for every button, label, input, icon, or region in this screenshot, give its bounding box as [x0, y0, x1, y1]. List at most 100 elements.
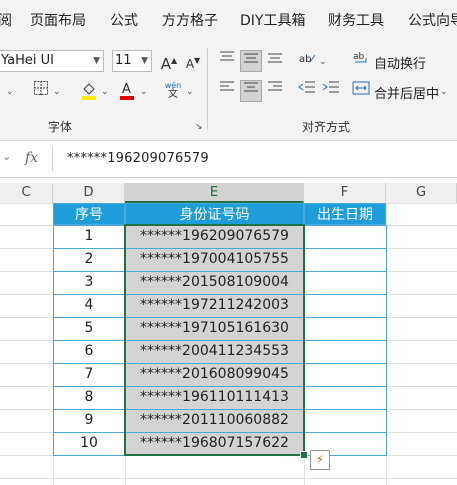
tab-formulas[interactable]: 公式	[110, 10, 138, 30]
orientation-button[interactable]: ab	[296, 50, 318, 72]
align-center-button[interactable]	[240, 80, 262, 102]
id-cell[interactable]: ******197211242003	[125, 294, 304, 317]
svg-text:ab: ab	[299, 54, 311, 65]
column-header-E[interactable]: E	[125, 183, 304, 203]
header-id-number[interactable]: 身份证号码	[125, 203, 304, 225]
chevron-down-icon[interactable]: ⌄	[53, 87, 61, 97]
birth-date-cell[interactable]	[304, 386, 386, 409]
column-header-G[interactable]: G	[386, 183, 457, 203]
shrink-font-button[interactable]: A▼	[182, 50, 204, 72]
header-seq[interactable]: 序号	[53, 203, 125, 225]
birth-date-cell[interactable]	[304, 225, 386, 248]
font-name-value: YaHei UI	[1, 53, 54, 68]
font-size-select[interactable]: 11 ▼	[112, 50, 152, 72]
font-color-button[interactable]: A	[116, 80, 138, 102]
function-icon[interactable]: fx	[25, 150, 38, 166]
id-cell[interactable]: ******201110060882	[125, 409, 304, 432]
seq-cell[interactable]: 2	[53, 248, 125, 271]
column-header-bar: C D E F G	[0, 183, 457, 204]
formula-bar: ⌄ fx ******196209076579	[0, 141, 457, 178]
id-cell[interactable]: ******197004105755	[125, 248, 304, 271]
column-header-F[interactable]: F	[304, 183, 386, 203]
chevron-down-icon[interactable]: ⌄	[101, 87, 109, 97]
tab-diy-toolbox[interactable]: DIY工具箱	[240, 10, 305, 30]
wrap-text-label[interactable]: 自动换行	[374, 53, 426, 72]
tab-fangfang[interactable]: 方方格子	[162, 10, 218, 30]
borders-button[interactable]	[30, 80, 52, 102]
dialog-launcher-icon[interactable]: ↘	[195, 122, 203, 132]
header-birth-date[interactable]: 出生日期	[304, 203, 386, 225]
decrease-indent-icon	[298, 81, 315, 93]
align-middle-icon	[244, 53, 258, 63]
formula-input[interactable]: ******196209076579	[67, 151, 209, 166]
id-cell[interactable]: ******196110111413	[125, 386, 304, 409]
increase-indent-button[interactable]	[320, 80, 342, 102]
align-middle-button[interactable]	[240, 50, 262, 72]
grid-hline	[0, 478, 457, 479]
column-header-C[interactable]: C	[0, 183, 53, 203]
id-cell[interactable]: ******196209076579	[125, 225, 304, 248]
wrap-text-icon-button[interactable]: ab	[350, 50, 372, 72]
seq-cell[interactable]: 6	[53, 340, 125, 363]
quick-analysis-icon[interactable]: ⚡	[310, 450, 330, 470]
birth-date-cell[interactable]	[304, 363, 386, 386]
chevron-down-icon[interactable]: ⌄	[140, 87, 148, 97]
wrap-text-icon: ab	[353, 52, 367, 63]
worksheet-grid[interactable]: 序号 身份证号码 出生日期 1 ******196209076579 2 ***…	[0, 203, 457, 485]
chevron-down-icon[interactable]: ⌄	[186, 87, 194, 97]
chevron-down-icon: ▼	[93, 56, 100, 66]
seq-cell[interactable]: 4	[53, 294, 125, 317]
chevron-down-icon[interactable]: ⌄	[6, 87, 14, 97]
seq-cell[interactable]: 1	[53, 225, 125, 248]
font-size-value: 11	[115, 53, 132, 68]
chevron-down-icon[interactable]: ⌄	[440, 87, 448, 97]
id-cell[interactable]: ******196807157622	[125, 432, 304, 455]
birth-date-cell[interactable]	[304, 248, 386, 271]
seq-cell[interactable]: 8	[53, 386, 125, 409]
seq-cell[interactable]: 5	[53, 317, 125, 340]
tab-finance-tools[interactable]: 财务工具	[328, 10, 384, 30]
birth-date-cell[interactable]	[304, 271, 386, 294]
ribbon-tab-bar: 阅 页面布局 公式 方方格子 DIY工具箱 财务工具 公式向导	[0, 0, 457, 40]
tab-formula-wizard[interactable]: 公式向导	[408, 10, 457, 30]
align-right-button[interactable]	[264, 80, 286, 102]
seq-cell[interactable]: 3	[53, 271, 125, 294]
decrease-indent-button[interactable]	[296, 80, 318, 102]
birth-date-cell[interactable]	[304, 409, 386, 432]
phonetic-button[interactable]: wén 文	[162, 80, 184, 102]
merge-center-label[interactable]: 合并后居中	[374, 83, 439, 102]
tab-review[interactable]: 阅	[0, 10, 12, 30]
id-cell[interactable]: ******201508109004	[125, 271, 304, 294]
seq-cell[interactable]: 7	[53, 363, 125, 386]
birth-date-cell[interactable]	[304, 317, 386, 340]
ribbon-panel: YaHei UI ▼ 11 ▼ A▲ A▼ ⌄ ⌄ ⌄ A ⌄ wén 文 ⌄ …	[0, 40, 457, 141]
align-bottom-button[interactable]	[264, 50, 286, 72]
align-top-icon	[220, 51, 234, 61]
merge-center-icon-button[interactable]	[350, 80, 372, 102]
seq-cell[interactable]: 10	[53, 432, 125, 455]
svg-text:A: A	[122, 82, 131, 97]
chevron-down-icon[interactable]: ⌄	[2, 150, 11, 163]
column-header-D[interactable]: D	[53, 183, 125, 203]
align-left-button[interactable]	[216, 80, 238, 102]
birth-date-cell[interactable]	[304, 340, 386, 363]
increase-indent-icon	[322, 81, 339, 93]
fill-handle[interactable]	[300, 451, 308, 459]
chevron-down-icon[interactable]: ⌄	[319, 57, 327, 67]
grow-font-button[interactable]: A▲	[158, 50, 180, 73]
fill-color-button[interactable]	[78, 80, 100, 102]
align-top-button[interactable]	[216, 50, 238, 72]
id-cell[interactable]: ******197105161630	[125, 317, 304, 340]
svg-text:ab: ab	[353, 52, 365, 62]
align-left-icon	[220, 81, 234, 91]
chevron-down-icon: ▼	[141, 56, 148, 66]
formula-separator	[52, 147, 53, 171]
align-right-icon	[268, 81, 282, 91]
font-name-select[interactable]: YaHei UI ▼	[0, 50, 104, 72]
id-cell[interactable]: ******201608099045	[125, 363, 304, 386]
id-cell[interactable]: ******200411234553	[125, 340, 304, 363]
seq-cell[interactable]: 9	[53, 409, 125, 432]
birth-date-cell[interactable]	[304, 294, 386, 317]
align-bottom-icon	[268, 53, 282, 63]
tab-page-layout[interactable]: 页面布局	[30, 10, 86, 30]
